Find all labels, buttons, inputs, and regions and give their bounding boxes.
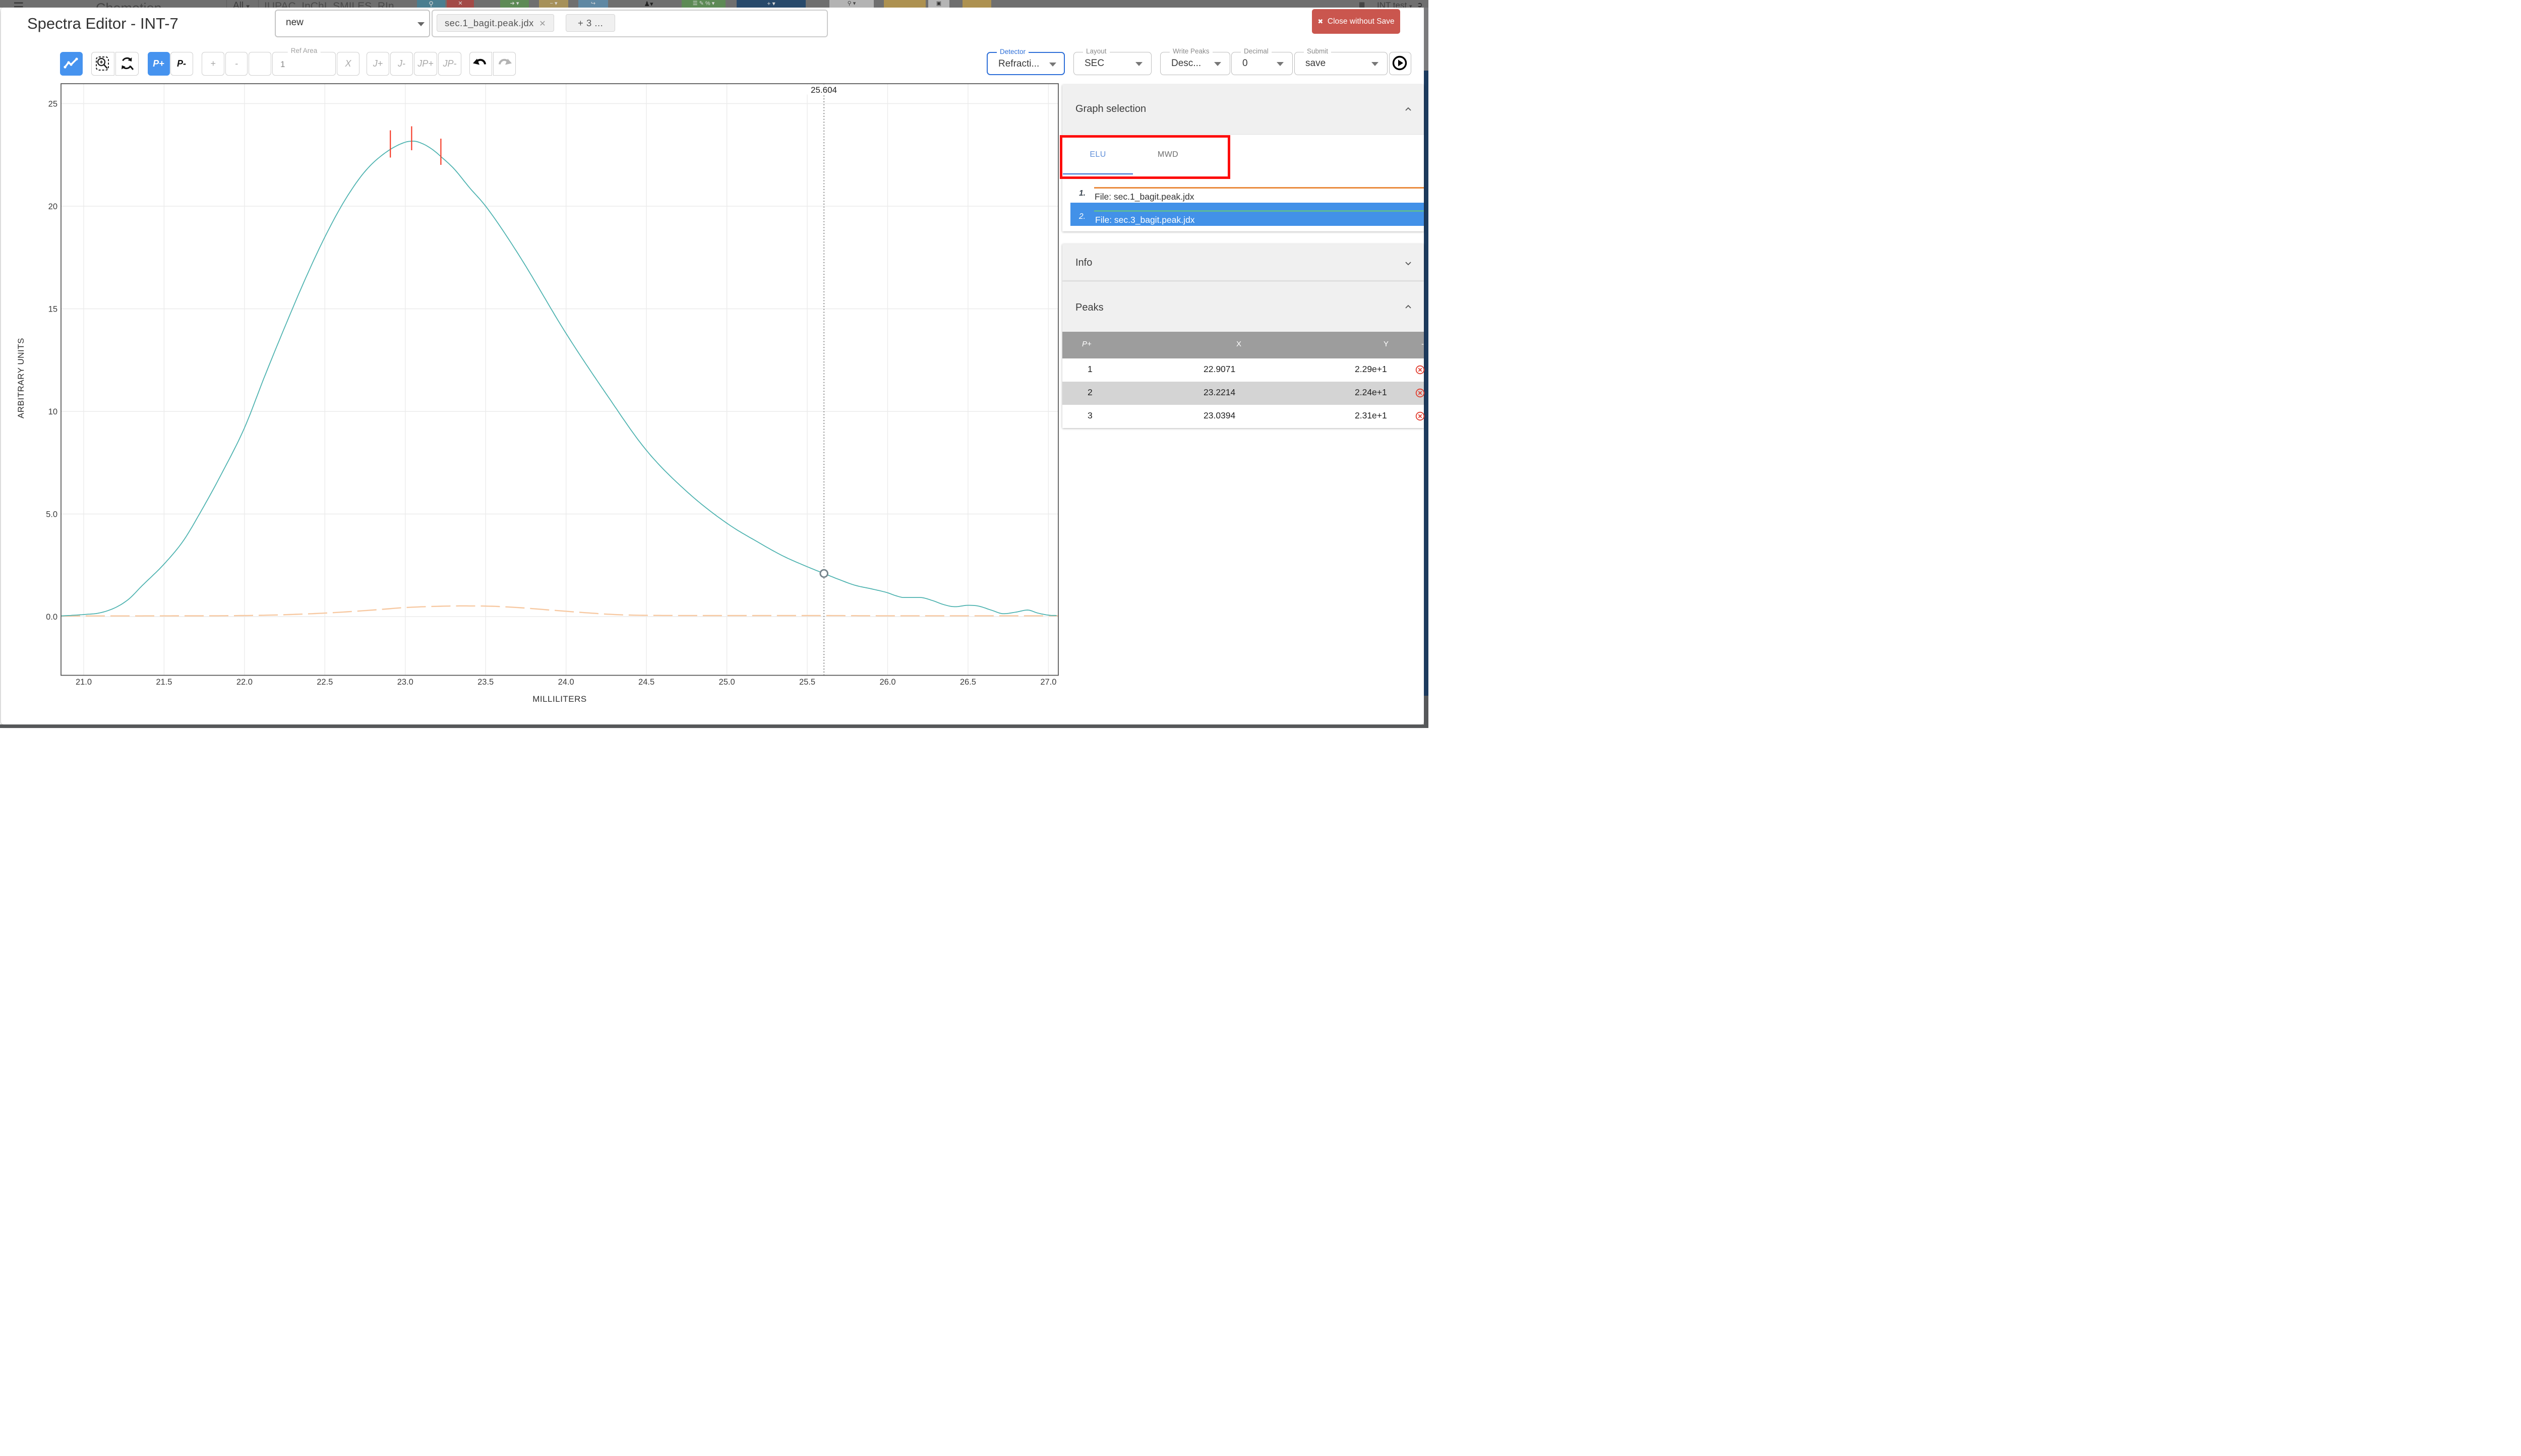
- svg-text:0.0: 0.0: [46, 613, 57, 622]
- svg-text:26.5: 26.5: [960, 678, 976, 687]
- svg-text:21.5: 21.5: [156, 678, 172, 687]
- svg-text:25.604: 25.604: [811, 85, 837, 95]
- svg-text:ARBITRARY UNITS: ARBITRARY UNITS: [16, 338, 26, 418]
- svg-text:10: 10: [48, 407, 57, 416]
- svg-text:25.5: 25.5: [799, 678, 815, 687]
- svg-text:22.5: 22.5: [317, 678, 333, 687]
- svg-text:25: 25: [48, 100, 57, 109]
- svg-text:20: 20: [48, 202, 57, 211]
- svg-text:23.0: 23.0: [397, 678, 413, 687]
- svg-text:24.5: 24.5: [638, 678, 654, 687]
- svg-text:MILLILITERS: MILLILITERS: [532, 694, 587, 704]
- svg-text:26.0: 26.0: [879, 678, 895, 687]
- svg-text:25.0: 25.0: [719, 678, 735, 687]
- svg-text:23.5: 23.5: [477, 678, 494, 687]
- svg-text:21.0: 21.0: [76, 678, 92, 687]
- svg-text:27.0: 27.0: [1040, 678, 1056, 687]
- svg-text:24.0: 24.0: [558, 678, 574, 687]
- svg-text:22.0: 22.0: [236, 678, 253, 687]
- svg-text:5.0: 5.0: [46, 510, 57, 519]
- svg-text:15: 15: [48, 305, 57, 314]
